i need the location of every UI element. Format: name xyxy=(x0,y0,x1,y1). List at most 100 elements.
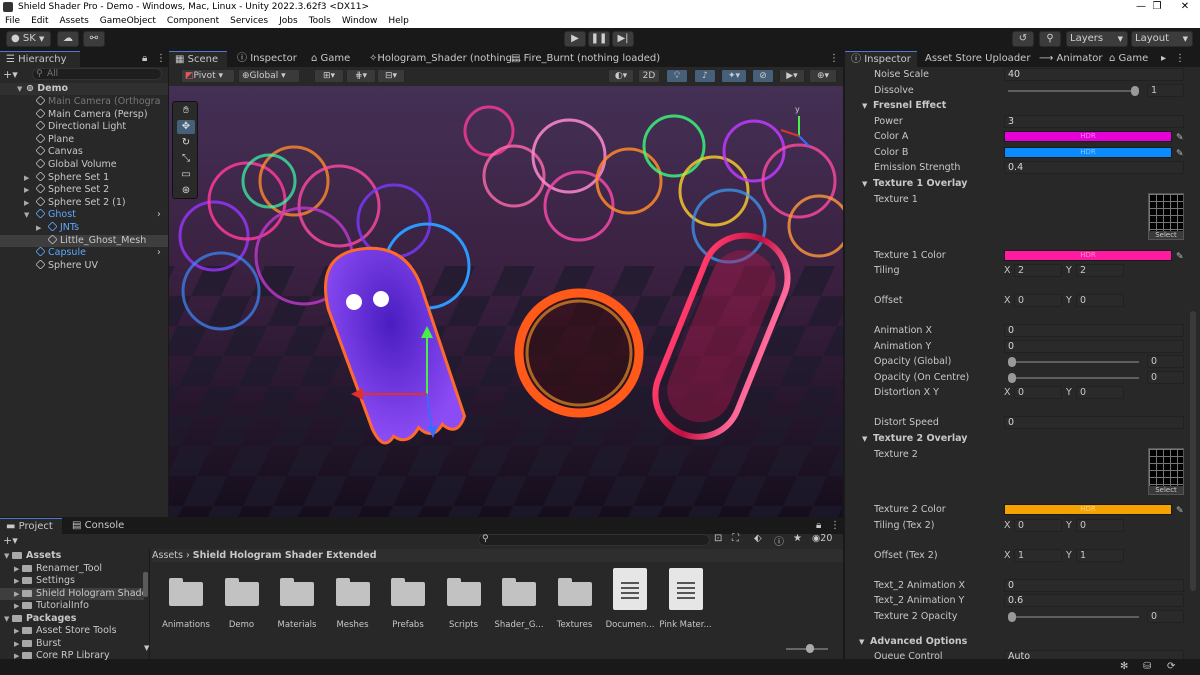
tab-game[interactable]: ⌂ Game xyxy=(305,51,356,67)
tab-asset-store-uploader[interactable]: Asset Store Uploader xyxy=(919,51,1036,67)
layout-dropdown[interactable]: Layout ▼ xyxy=(1131,31,1193,47)
lock-icon[interactable]: 🔒︎ xyxy=(142,51,147,67)
hierarchy-item[interactable]: Plane xyxy=(0,133,168,146)
tiling2-x-field[interactable]: 0 xyxy=(1014,519,1062,532)
hierarchy-item[interactable]: ▼ Ghost › xyxy=(0,208,168,221)
audio-icon[interactable]: ♪ xyxy=(694,69,716,83)
asset-tile[interactable]: Materials xyxy=(267,562,327,642)
eyedropper-icon[interactable]: ✎ xyxy=(1176,147,1186,159)
expand-arrow-icon[interactable]: ▶ xyxy=(14,600,22,612)
favorite-icon[interactable]: ★ xyxy=(793,533,802,544)
rect-tool-icon[interactable]: ▭ xyxy=(177,168,195,182)
hierarchy-item[interactable]: Sphere UV xyxy=(0,259,168,272)
queue-dropdown[interactable]: Auto xyxy=(1004,650,1184,659)
global-dropdown[interactable]: ⊕Global ▾ xyxy=(238,69,300,83)
project-tree-item[interactable]: ▶ TutorialInfo xyxy=(0,600,144,612)
layers-dropdown[interactable]: Layers ▼ xyxy=(1066,31,1128,47)
create-asset-button[interactable]: +▾ xyxy=(3,534,23,547)
project-tree-item[interactable]: ▶ Renamer_Tool xyxy=(0,563,144,575)
camera-dropdown[interactable]: ▶▾ xyxy=(779,69,805,83)
noise-scale-field[interactable]: 40 xyxy=(1004,68,1184,81)
tab-project[interactable]: ▬ Project xyxy=(0,518,62,534)
tab-hologram-shader[interactable]: ✧Hologram_Shader (nothing... xyxy=(363,51,527,67)
hand-tool-icon[interactable]: ✋︎ xyxy=(177,104,195,118)
distortion-y-field[interactable]: 0 xyxy=(1076,386,1124,399)
tab-inspector-center[interactable]: ⓘ Inspector xyxy=(231,51,303,67)
hierarchy-item[interactable]: Main Camera (Persp) xyxy=(0,108,168,121)
menu-help[interactable]: Help xyxy=(387,14,410,28)
emission-field[interactable]: 0.4 xyxy=(1004,161,1184,174)
expand-arrow-icon[interactable]: ▶ xyxy=(14,588,22,600)
texture2-thumbnail[interactable]: Select xyxy=(1148,448,1184,495)
opacity-global-knob[interactable] xyxy=(1008,357,1016,367)
mode-2d-toggle[interactable]: 2D xyxy=(638,69,660,83)
tex1-color-swatch[interactable]: HDR xyxy=(1004,250,1172,261)
kebab-menu-icon[interactable]: ⋮ xyxy=(156,51,166,67)
opacity-centre-field[interactable]: 0 xyxy=(1147,371,1184,384)
expand-arrow-icon[interactable]: ▶ xyxy=(14,563,22,575)
hierarchy-item[interactable]: Capsule › xyxy=(0,246,168,259)
menu-edit[interactable]: Edit xyxy=(30,14,49,28)
rotate-tool-icon[interactable]: ↻ xyxy=(177,136,195,150)
breadcrumb-root[interactable]: Assets xyxy=(152,550,183,561)
pivot-dropdown[interactable]: ◩Pivot ▾ xyxy=(181,69,235,83)
foldout-arrow-icon[interactable]: ▼ xyxy=(862,177,867,191)
menu-gameobject[interactable]: GameObject xyxy=(99,14,157,28)
asset-tile[interactable]: Prefabs xyxy=(378,562,438,642)
scene-viewport[interactable]: y xyxy=(169,86,843,517)
tex2-header-row[interactable]: ▼ Texture 2 Overlay xyxy=(845,432,1195,446)
expand-arrow-icon[interactable]: ▶ xyxy=(14,625,22,637)
dissolve-slider[interactable] xyxy=(1008,86,1139,96)
tab-hierarchy[interactable]: ☰ Hierarchy xyxy=(0,51,80,67)
menu-file[interactable]: File xyxy=(4,14,21,28)
opacity-centre-slider[interactable] xyxy=(1008,373,1139,383)
menu-jobs[interactable]: Jobs xyxy=(278,14,299,28)
cache-server-icon[interactable]: ⛁ xyxy=(1143,661,1151,672)
color-b-swatch[interactable]: HDR xyxy=(1004,147,1172,158)
kebab-menu-icon[interactable]: ⋮ xyxy=(1175,51,1185,67)
add-object-button[interactable]: +▾ xyxy=(3,68,21,81)
tag-icon[interactable]: ⬖ xyxy=(754,533,762,544)
tab-fire-burnt[interactable]: ▤ Fire_Burnt (nothing loaded) xyxy=(505,51,666,67)
play-button[interactable]: ▶ xyxy=(564,31,586,47)
debug-icon[interactable]: ✻ xyxy=(1120,661,1128,672)
hierarchy-item[interactable]: Global Volume xyxy=(0,158,168,171)
asset-tile[interactable]: Meshes xyxy=(323,562,383,642)
history-icon[interactable]: ↺ xyxy=(1012,31,1034,47)
lock-icon[interactable]: 🔒︎ xyxy=(816,518,821,534)
opacity-global-slider[interactable] xyxy=(1008,357,1139,367)
opacity-global-field[interactable]: 0 xyxy=(1147,355,1184,368)
asset-tile[interactable]: Shader_G... xyxy=(489,562,549,642)
asset-tile[interactable]: Demo xyxy=(212,562,272,642)
transform-tool-icon[interactable]: ⊛ xyxy=(177,184,195,198)
expand-arrow-icon[interactable]: ▶ xyxy=(36,222,44,234)
tab-overflow-icon[interactable]: ▸ xyxy=(1161,51,1166,67)
account-dropdown[interactable]: ● SK ▼ xyxy=(6,31,51,47)
expand-arrow-icon[interactable]: ▶ xyxy=(24,197,32,209)
offset2-x-field[interactable]: 1 xyxy=(1014,549,1062,562)
tab-scene[interactable]: ▦ Scene xyxy=(169,51,227,67)
zoom-slider-knob[interactable] xyxy=(806,644,814,653)
menu-services[interactable]: Services xyxy=(229,14,269,28)
close-button[interactable]: ✕ xyxy=(1170,0,1200,14)
anim-x-field[interactable]: 0 xyxy=(1004,324,1184,337)
menu-component[interactable]: Component xyxy=(166,14,220,28)
asset-tile[interactable]: Animations xyxy=(156,562,216,642)
t2-anim-y-field[interactable]: 0.6 xyxy=(1004,594,1184,607)
hierarchy-item[interactable]: Directional Light xyxy=(0,120,168,133)
tab-console[interactable]: ▤ Console xyxy=(66,518,130,534)
draw-mode-dropdown[interactable]: ◐▾ xyxy=(608,69,634,83)
gizmos-dropdown[interactable]: ⊕▾ xyxy=(809,69,837,83)
color-a-swatch[interactable]: HDR xyxy=(1004,131,1172,142)
hierarchy-item[interactable]: Little_Ghost_Mesh xyxy=(0,234,168,247)
collab-icon[interactable]: ⚯ xyxy=(83,31,105,47)
foldout-arrow-icon[interactable]: ▼ xyxy=(862,432,867,446)
snap-increment-dropdown[interactable]: ⋕▾ xyxy=(346,69,376,83)
offset-y-field[interactable]: 0 xyxy=(1076,294,1124,307)
breadcrumb-current[interactable]: Shield Hologram Shader Extended xyxy=(193,550,377,561)
asset-tile[interactable]: Scripts xyxy=(434,562,494,642)
effects-dropdown[interactable]: ✦▾ xyxy=(721,69,747,83)
prefab-open-icon[interactable]: › xyxy=(157,209,161,221)
tab-game-right[interactable]: ⌂ Game xyxy=(1103,51,1154,67)
tiling-x-field[interactable]: 2 xyxy=(1014,264,1062,277)
